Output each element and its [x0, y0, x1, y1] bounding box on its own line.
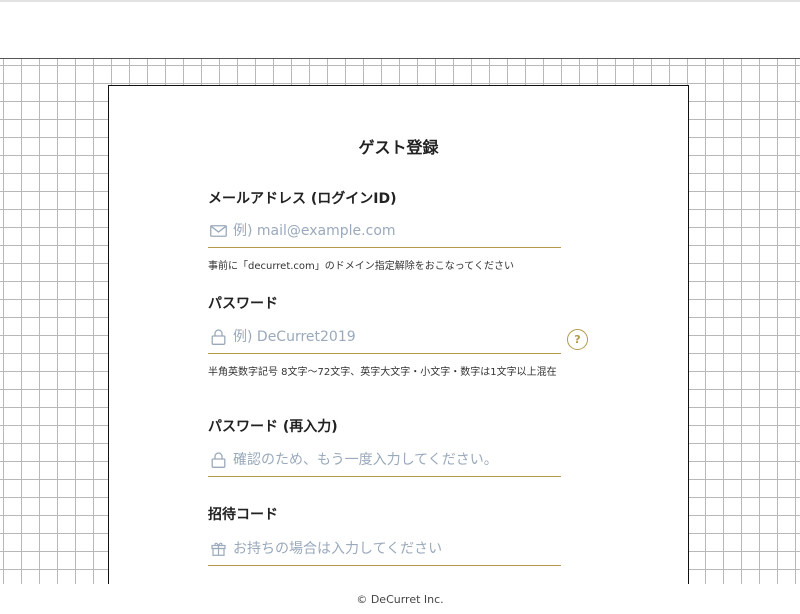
email-input[interactable]: [233, 214, 561, 247]
invite-code-label: 招待コード: [208, 507, 278, 523]
email-hint: 事前に「decurret.com」のドメイン指定解除をおこなってください: [208, 261, 514, 272]
email-label: メールアドレス (ログインID): [208, 191, 397, 207]
password-input[interactable]: [233, 320, 561, 353]
invite-code-field[interactable]: [208, 532, 561, 566]
copyright-text: © DeCurret Inc.: [356, 593, 444, 606]
lock-icon: [209, 328, 227, 346]
password-help-button[interactable]: ?: [567, 329, 588, 350]
gift-icon: [209, 540, 227, 558]
password-confirm-field[interactable]: [208, 443, 561, 477]
password-confirm-label: パスワード (再入力): [208, 419, 338, 435]
password-field[interactable]: [208, 320, 561, 354]
invite-code-input[interactable]: [233, 532, 561, 565]
page-title: ゲスト登録: [358, 138, 439, 157]
email-field[interactable]: [208, 214, 561, 248]
password-label: パスワード: [208, 296, 278, 312]
password-hint: 半角英数字記号 8文字〜72文字、英字大文字・小文字・数字は1文字以上混在: [208, 367, 557, 378]
registration-card: ゲスト登録 メールアドレス (ログインID) 事前に「decurret.com」…: [108, 85, 689, 585]
password-confirm-input[interactable]: [233, 443, 561, 476]
top-bar: [0, 0, 800, 58]
mail-icon: [209, 222, 227, 240]
lock-icon: [209, 451, 227, 469]
footer: © DeCurret Inc.: [0, 584, 800, 614]
